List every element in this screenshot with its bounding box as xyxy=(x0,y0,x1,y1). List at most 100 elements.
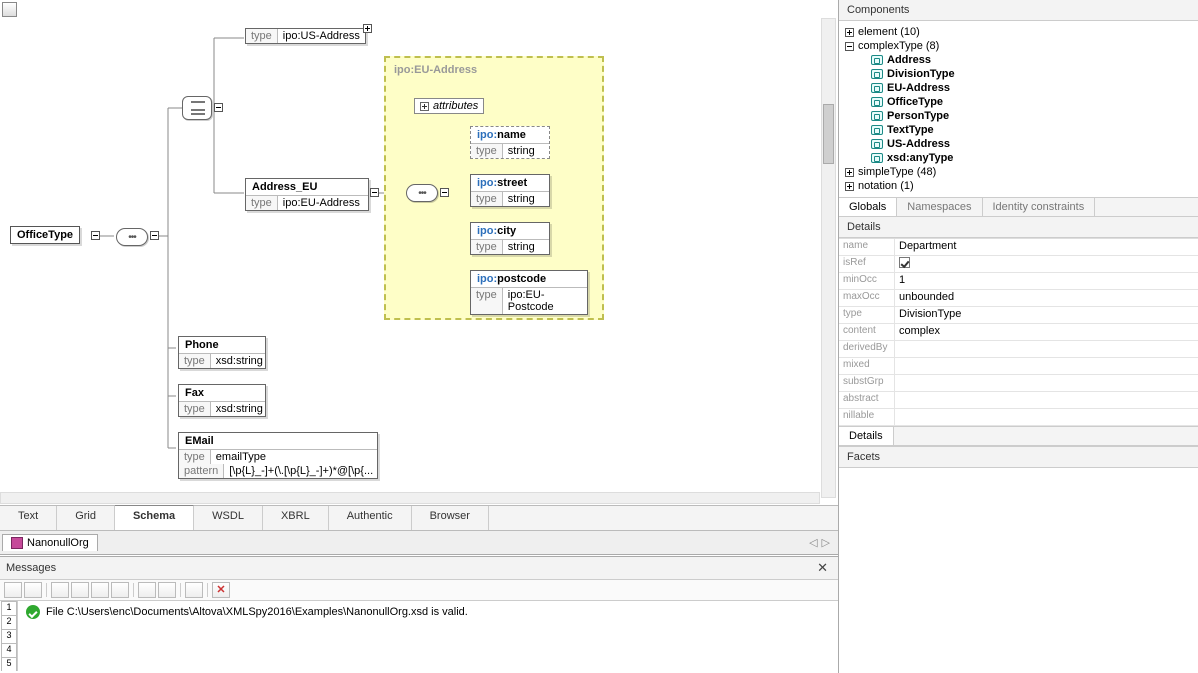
comp-tab-namespaces[interactable]: Namespaces xyxy=(897,198,982,216)
detail-row-derivedBy[interactable]: derivedBy xyxy=(839,341,1198,358)
msg-tab-1[interactable]: 1 xyxy=(1,601,17,615)
components-tree[interactable]: element (10)complexType (8)AddressDivisi… xyxy=(839,21,1198,197)
tree-element[interactable]: element (10) xyxy=(845,25,1192,39)
detail-row-abstract[interactable]: abstract xyxy=(839,392,1198,409)
node-fax[interactable]: Fax typexsd:string xyxy=(178,384,266,417)
expand-seq1[interactable] xyxy=(150,231,159,240)
expand-officetype[interactable] xyxy=(91,231,100,240)
msg-tool-8[interactable] xyxy=(158,582,176,598)
type-key: type xyxy=(246,29,278,43)
msg-tool-2[interactable] xyxy=(24,582,42,598)
file-tab-nanonull[interactable]: NanonullOrg xyxy=(2,534,98,551)
node-officetype[interactable]: OfficeType xyxy=(10,226,80,244)
msg-tool-3[interactable] xyxy=(51,582,69,598)
facets-title: Facets xyxy=(839,447,1198,468)
messages-toolbar: ✕ xyxy=(0,580,838,601)
schema-diagram-area[interactable]: OfficeType typeipo:US-Address Address_EU… xyxy=(0,0,838,505)
facets-panel: Facets xyxy=(839,446,1198,673)
msg-tool-9[interactable] xyxy=(185,582,203,598)
node-us-address[interactable]: typeipo:US-Address xyxy=(245,28,366,44)
components-title: Components xyxy=(839,0,1198,21)
detail-row-minOcc[interactable]: minOcc1 xyxy=(839,273,1198,290)
tab-nav-next-icon[interactable]: ▷ xyxy=(822,536,830,549)
tree-type-xsd-anytype[interactable]: xsd:anyType xyxy=(871,151,1192,165)
msg-tool-6[interactable] xyxy=(111,582,129,598)
attributes-box[interactable]: attributes xyxy=(414,98,484,114)
validation-text: File C:\Users\enc\Documents\Altova\XMLSp… xyxy=(46,606,468,618)
components-tabs: GlobalsNamespacesIdentity constraints xyxy=(839,197,1198,217)
detail-row-content[interactable]: contentcomplex xyxy=(839,324,1198,341)
comp-tab-identity-constraints[interactable]: Identity constraints xyxy=(983,198,1096,216)
file-tab-label: NanonullOrg xyxy=(27,537,89,549)
messages-side-tabs: 12345 xyxy=(0,601,18,671)
details-tab[interactable]: Details xyxy=(839,427,894,445)
expand-choice[interactable] xyxy=(214,103,223,112)
msg-tool-clear[interactable]: ✕ xyxy=(212,582,230,598)
tree-notation[interactable]: notation (1) xyxy=(845,179,1192,193)
node-address-eu-title: Address_EU xyxy=(246,179,368,196)
validation-message[interactable]: File C:\Users\enc\Documents\Altova\XMLSp… xyxy=(26,605,468,619)
sequence-compositor-1[interactable] xyxy=(116,228,148,246)
msg-tool-4[interactable] xyxy=(71,582,89,598)
choice-compositor[interactable] xyxy=(182,96,212,120)
node-email[interactable]: EMail typeemailType pattern[\p{L}_-]+(\.… xyxy=(178,432,378,479)
attributes-label: attributes xyxy=(433,100,478,112)
type-val: ipo:US-Address xyxy=(278,29,365,43)
node-ipo-street[interactable]: ipo:street typestring xyxy=(470,174,550,207)
msg-tool-5[interactable] xyxy=(91,582,109,598)
msg-tab-5[interactable]: 5 xyxy=(1,657,17,671)
detail-row-isRef[interactable]: isRef xyxy=(839,256,1198,273)
node-phone[interactable]: Phone typexsd:string xyxy=(178,336,266,369)
messages-title: Messages xyxy=(6,562,56,574)
node-officetype-label: OfficeType xyxy=(17,229,73,241)
tab-nav-prev-icon[interactable]: ◁ xyxy=(809,536,817,549)
node-ipo-city[interactable]: ipo:city typestring xyxy=(470,222,550,255)
expand-us-address[interactable] xyxy=(363,24,372,33)
view-tab-schema[interactable]: Schema xyxy=(115,505,194,530)
tree-type-us-address[interactable]: US-Address xyxy=(871,137,1192,151)
msg-tool-1[interactable] xyxy=(4,582,22,598)
tree-type-persontype[interactable]: PersonType xyxy=(871,109,1192,123)
group-title: ipo:EU-Address xyxy=(386,58,602,76)
view-tabs: TextGridSchemaWSDLXBRLAuthenticBrowser xyxy=(0,505,838,531)
comp-tab-globals[interactable]: Globals xyxy=(839,198,897,216)
checkbox-icon[interactable] xyxy=(899,257,910,268)
detail-row-type[interactable]: typeDivisionType xyxy=(839,307,1198,324)
file-tabs: NanonullOrg ◁ ▷ xyxy=(0,531,838,555)
close-icon[interactable]: ✕ xyxy=(813,560,832,576)
tree-type-divisiontype[interactable]: DivisionType xyxy=(871,67,1192,81)
msg-tab-2[interactable]: 2 xyxy=(1,615,17,629)
details-title: Details xyxy=(839,217,1198,238)
view-tab-xbrl[interactable]: XBRL xyxy=(263,506,329,530)
sequence-compositor-2[interactable] xyxy=(406,184,438,202)
details-grid[interactable]: nameDepartmentisRefminOcc1maxOccunbounde… xyxy=(839,238,1198,426)
details-panel: Details nameDepartmentisRefminOcc1maxOcc… xyxy=(839,217,1198,446)
view-tab-authentic[interactable]: Authentic xyxy=(329,506,412,530)
detail-row-nillable[interactable]: nillable xyxy=(839,409,1198,426)
expand-seq2[interactable] xyxy=(440,188,449,197)
tree-type-address[interactable]: Address xyxy=(871,53,1192,67)
tree-type-officetype[interactable]: OfficeType xyxy=(871,95,1192,109)
tree-type-eu-address[interactable]: EU-Address xyxy=(871,81,1192,95)
msg-tool-7[interactable] xyxy=(138,582,156,598)
view-tab-grid[interactable]: Grid xyxy=(57,506,115,530)
right-panel: Components element (10)complexType (8)Ad… xyxy=(838,0,1198,673)
node-ipo-postcode[interactable]: ipo:postcode typeipo:EU-Postcode xyxy=(470,270,588,315)
check-ok-icon xyxy=(26,605,40,619)
tree-simpletype[interactable]: simpleType (48) xyxy=(845,165,1192,179)
msg-tab-4[interactable]: 4 xyxy=(1,643,17,657)
tree-type-texttype[interactable]: TextType xyxy=(871,123,1192,137)
expand-address-eu[interactable] xyxy=(370,188,379,197)
msg-tab-3[interactable]: 3 xyxy=(1,629,17,643)
node-address-eu[interactable]: Address_EU typeipo:EU-Address xyxy=(245,178,369,211)
detail-row-name[interactable]: nameDepartment xyxy=(839,239,1198,256)
tree-complextype[interactable]: complexType (8) xyxy=(845,39,1192,53)
detail-row-mixed[interactable]: mixed xyxy=(839,358,1198,375)
view-tab-browser[interactable]: Browser xyxy=(412,506,489,530)
messages-panel: Messages ✕ ✕ 12345 File C:\Users\enc\Doc… xyxy=(0,556,838,673)
detail-row-substGrp[interactable]: substGrp xyxy=(839,375,1198,392)
view-tab-text[interactable]: Text xyxy=(0,506,57,530)
node-ipo-name[interactable]: ipo:name typestring xyxy=(470,126,550,159)
view-tab-wsdl[interactable]: WSDL xyxy=(194,506,263,530)
detail-row-maxOcc[interactable]: maxOccunbounded xyxy=(839,290,1198,307)
